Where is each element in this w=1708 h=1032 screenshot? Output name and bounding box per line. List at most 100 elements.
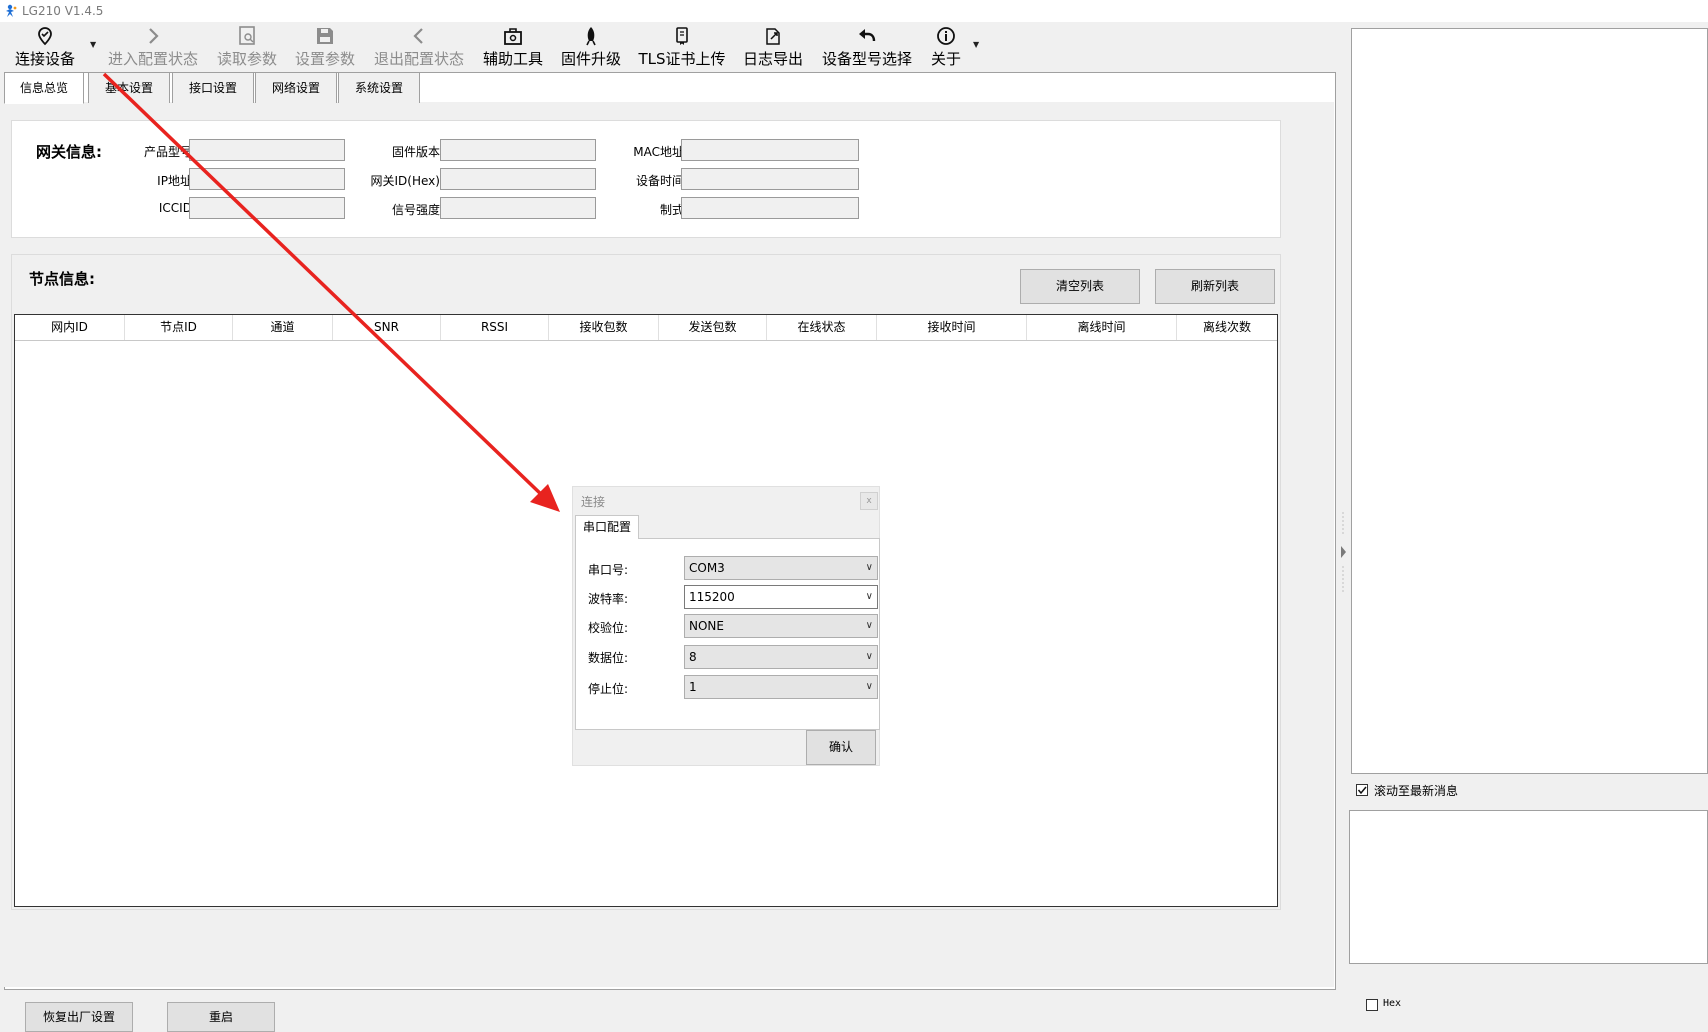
serial-port-select[interactable]: COM3 ∨ [684,556,878,580]
gateway-info-title: 网关信息: [36,143,102,161]
table-header: 网内ID 节点ID 通道 SNR RSSI 接收包数 发送包数 在线状态 接收时… [15,315,1277,341]
col-sent-packets[interactable]: 发送包数 [659,315,767,340]
exit-config-button[interactable]: 退出配置状态 [370,22,468,72]
reboot-button[interactable]: 重启 [167,1002,275,1032]
data-bits-select[interactable]: 8 ∨ [684,645,878,669]
close-icon: x [866,496,872,506]
device-model-select-label: 设备型号选择 [821,50,912,68]
set-params-label: 设置参数 [294,50,355,68]
col-channel[interactable]: 通道 [233,315,333,340]
firmware-version-field[interactable] [440,139,596,161]
device-model-select-button[interactable]: 设备型号选择 [818,22,916,72]
clear-list-button[interactable]: 清空列表 [1020,269,1140,304]
serial-config-panel: 串口号: COM3 ∨ 波特率: 115200 ∨ 校验位: NONE ∨ 数据位: … [575,538,880,730]
node-info-title: 节点信息: [29,270,95,288]
enter-config-button[interactable]: 进入配置状态 [104,22,202,72]
firmware-upgrade-button[interactable]: 固件升级 [558,22,624,72]
tab-basic-settings[interactable]: 基本设置 [88,72,170,103]
col-receive-time[interactable]: 接收时间 [877,315,1027,340]
about-dropdown-arrow[interactable]: ▼ [973,40,979,49]
signal-strength-field[interactable] [440,197,596,219]
rocket-icon [586,27,596,46]
tab-overview[interactable]: 信息总览 [4,72,84,104]
parity-label: 校验位: [588,621,629,635]
col-network-id[interactable]: 网内ID [15,315,125,340]
dialog-title: 连接 [581,495,606,509]
baud-rate-select[interactable]: 115200 ∨ [684,585,878,609]
col-offline-count[interactable]: 离线次数 [1177,315,1277,340]
tab-system-settings-label: 系统设置 [354,81,403,95]
firmware-version-label: 固件版本: [391,145,444,159]
iccid-label: ICCID: [158,201,196,215]
mac-address-label: MAC地址: [633,145,688,159]
autoscroll-label: 滚动至最新消息 [1374,784,1459,798]
serial-port-value: COM3 [689,561,725,575]
autoscroll-checkbox[interactable] [1356,784,1368,796]
baud-rate-label: 波特率: [588,592,629,606]
gateway-id-field[interactable] [440,168,596,190]
data-bits-label: 数据位: [588,651,629,665]
log-export-label: 日志导出 [742,50,803,68]
splitter-grip-icon [1341,512,1346,592]
connect-dropdown-arrow[interactable]: ▼ [90,40,96,49]
hex-checkbox[interactable] [1366,999,1378,1011]
product-model-field[interactable] [189,139,345,161]
tab-overview-label: 信息总览 [19,81,68,95]
factory-reset-button[interactable]: 恢复出厂设置 [25,1002,133,1032]
tls-cert-upload-label: TLS证书上传 [638,50,726,68]
checkmark-icon [1357,786,1367,795]
ip-address-field[interactable] [189,168,345,190]
refresh-list-button[interactable]: 刷新列表 [1155,269,1275,304]
app-logo-icon [6,4,17,17]
mac-address-field[interactable] [681,139,859,161]
col-rssi[interactable]: RSSI [441,315,549,340]
data-bits-value: 8 [689,650,697,664]
col-node-id[interactable]: 节点ID [125,315,233,340]
serial-port-label: 串口号: [588,563,629,577]
dialog-close-button[interactable]: x [860,492,878,510]
read-params-label: 读取参数 [216,50,277,68]
tab-serial-config[interactable]: 串口配置 [575,515,639,539]
aux-tools-button[interactable]: 辅助工具 [480,22,546,72]
tab-network-settings[interactable]: 网络设置 [255,72,337,103]
enter-config-label: 进入配置状态 [107,50,198,68]
connect-device-button[interactable]: 连接设备 [12,22,78,72]
location-pin-icon [38,27,52,46]
device-time-field[interactable] [681,168,859,190]
toolbar: 连接设备 ▼ 进入配置状态 读取参数 设置参数 退出配置状态 辅助工具 固件升级… [0,22,1335,72]
hex-label: Hex [1383,998,1402,1009]
set-params-button[interactable]: 设置参数 [292,22,358,72]
stop-bits-value: 1 [689,680,697,694]
info-icon [937,27,955,45]
parity-select[interactable]: NONE ∨ [684,614,878,638]
bottom-bar: 恢复出厂设置 重启 [0,990,1335,1032]
send-input-area[interactable] [1349,810,1708,964]
about-button[interactable]: 关于 [928,22,964,72]
window-title: LG210 V1.4.5 [22,4,104,18]
chevron-down-icon: ∨ [865,651,873,662]
tab-interface-settings-label: 接口设置 [188,81,237,95]
ip-address-label: IP地址: [157,174,196,188]
col-online-status[interactable]: 在线状态 [767,315,877,340]
stop-bits-select[interactable]: 1 ∨ [684,675,878,699]
confirm-button[interactable]: 确认 [806,730,876,765]
chevron-down-icon: ∨ [865,620,873,631]
col-snr[interactable]: SNR [333,315,441,340]
network-mode-label: 制式: [659,203,688,217]
chevron-down-icon: ∨ [865,681,873,692]
tls-cert-upload-button[interactable]: TLS证书上传 [636,22,728,72]
tab-basic-settings-label: 基本设置 [104,81,153,95]
log-output[interactable] [1351,28,1708,774]
firmware-upgrade-label: 固件升级 [560,50,621,68]
col-offline-time[interactable]: 离线时间 [1027,315,1177,340]
tab-system-settings[interactable]: 系统设置 [338,72,420,103]
title-bar: LG210 V1.4.5 [0,0,1708,22]
iccid-field[interactable] [189,197,345,219]
tab-serial-config-label: 串口配置 [582,520,631,534]
col-received-packets[interactable]: 接收包数 [549,315,659,340]
read-params-button[interactable]: 读取参数 [214,22,280,72]
network-mode-field[interactable] [681,197,859,219]
log-export-button[interactable]: 日志导出 [740,22,806,72]
tab-interface-settings[interactable]: 接口设置 [172,72,254,103]
panel-splitter[interactable] [1336,22,1350,990]
